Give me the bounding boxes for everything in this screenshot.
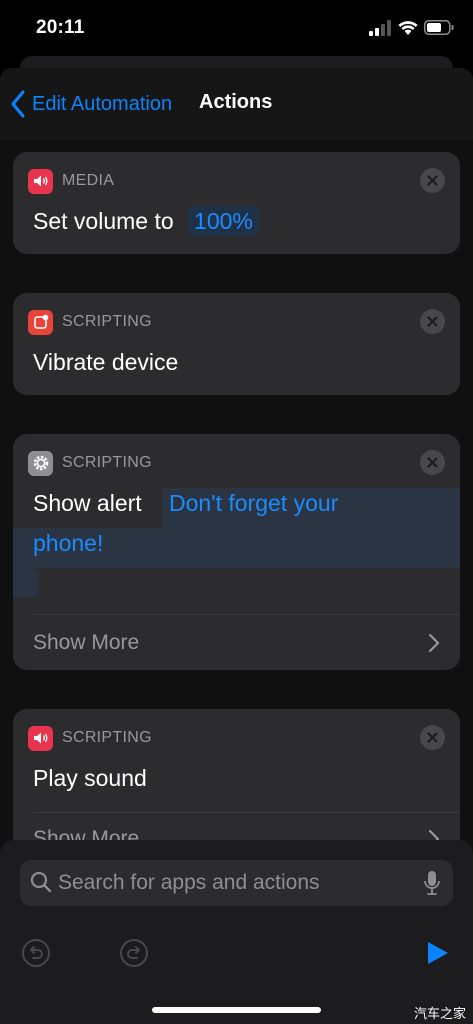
action-summary: Set volume to 100% [33, 206, 259, 236]
cellular-signal-icon [369, 20, 391, 36]
action-category: SCRIPTING [62, 313, 152, 330]
status-bar: 20:11 [0, 0, 473, 58]
alert-message-token[interactable]: Don't forget your [169, 490, 338, 517]
action-card-show-alert[interactable]: SCRIPTING Show alert Don't forget your p… [13, 434, 460, 670]
play-icon[interactable] [426, 940, 450, 966]
volume-token[interactable]: 100% [188, 206, 259, 236]
divider [33, 812, 460, 813]
action-summary: Play sound [33, 765, 147, 791]
microphone-icon[interactable] [423, 870, 441, 896]
close-icon [427, 175, 438, 186]
show-more-button[interactable]: Show More [33, 631, 139, 655]
action-category: SCRIPTING [62, 454, 152, 471]
action-summary: Vibrate device [33, 349, 179, 375]
back-button-label: Edit Automation [32, 92, 173, 115]
action-category: MEDIA [62, 172, 115, 189]
watermark: 汽车之家 [414, 1006, 467, 1021]
action-card-set-volume[interactable]: MEDIA Set volume to 100% [13, 152, 460, 254]
action-header: SCRIPTING [28, 450, 152, 476]
gear-icon [28, 450, 53, 476]
remove-action-button[interactable] [420, 450, 445, 475]
redo-icon[interactable] [119, 938, 149, 968]
action-summary: Show alert [33, 490, 142, 516]
search-input[interactable] [58, 866, 408, 900]
home-indicator [152, 1007, 321, 1013]
action-card-vibrate-device[interactable]: SCRIPTING Vibrate device [13, 293, 460, 395]
alert-message-token-continued[interactable]: phone! [33, 530, 103, 557]
back-button[interactable]: Edit Automation [10, 89, 172, 119]
action-card-play-sound[interactable]: SCRIPTING Play sound Show More [13, 709, 460, 859]
status-time: 20:11 [36, 17, 85, 38]
action-header: SCRIPTING [28, 725, 152, 751]
speaker-volume-icon [28, 168, 53, 194]
vibrate-device-icon [28, 309, 53, 335]
close-icon [427, 732, 438, 743]
close-icon [427, 457, 438, 468]
chevron-right-icon [428, 633, 440, 653]
action-header: MEDIA [28, 168, 114, 194]
speaker-volume-icon [28, 725, 53, 751]
undo-icon[interactable] [21, 938, 51, 968]
token-highlight [13, 568, 39, 598]
close-icon [427, 316, 438, 327]
remove-action-button[interactable] [420, 309, 445, 334]
wifi-icon [398, 21, 418, 35]
divider [33, 614, 460, 615]
battery-icon [424, 20, 454, 35]
action-header: SCRIPTING [28, 309, 152, 335]
page-title: Actions [199, 91, 273, 113]
search-icon [30, 871, 52, 893]
action-category: SCRIPTING [62, 729, 152, 746]
remove-action-button[interactable] [420, 725, 445, 750]
remove-action-button[interactable] [420, 168, 445, 193]
chevron-left-icon [11, 90, 25, 118]
